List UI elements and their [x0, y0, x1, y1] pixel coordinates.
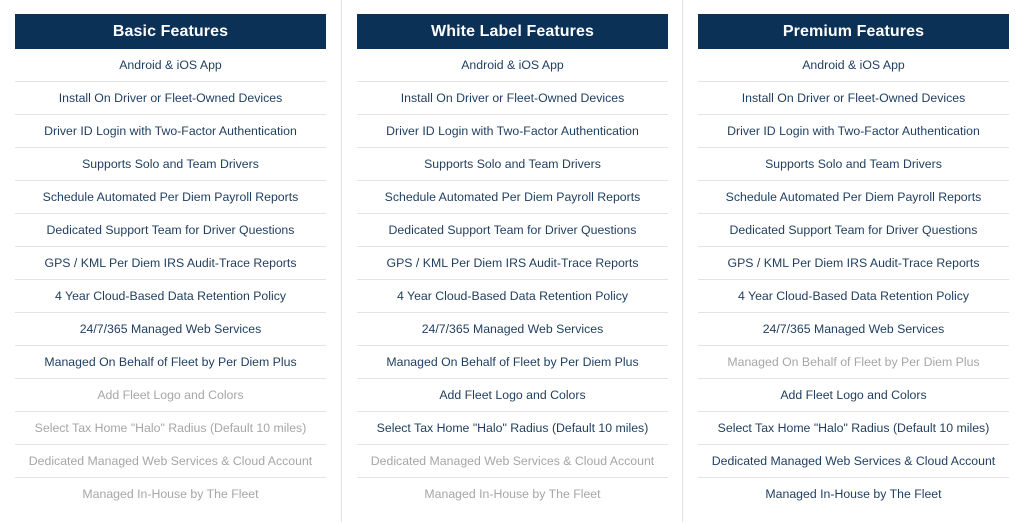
column-premium-inner: Premium Features Android & iOS App Instal…: [698, 14, 1009, 510]
feature-item: Schedule Automated Per Diem Payroll Repo…: [357, 181, 668, 214]
column-header-basic: Basic Features: [15, 14, 326, 49]
column-header-white-label: White Label Features: [357, 14, 668, 49]
feature-list-premium: Android & iOS App Install On Driver or Fl…: [698, 49, 1009, 510]
feature-item: Driver ID Login with Two-Factor Authenti…: [698, 115, 1009, 148]
feature-item: Install On Driver or Fleet-Owned Devices: [15, 82, 326, 115]
column-basic: Basic Features Android & iOS App Install …: [0, 0, 341, 522]
feature-item: Supports Solo and Team Drivers: [15, 148, 326, 181]
column-premium: Premium Features Android & iOS App Instal…: [682, 0, 1024, 522]
feature-item: 24/7/365 Managed Web Services: [15, 313, 326, 346]
column-basic-inner: Basic Features Android & iOS App Install …: [15, 14, 326, 510]
feature-item: 4 Year Cloud-Based Data Retention Policy: [15, 280, 326, 313]
feature-item: Android & iOS App: [357, 49, 668, 82]
feature-item: 24/7/365 Managed Web Services: [698, 313, 1009, 346]
column-white-label: White Label Features Android & iOS App In…: [341, 0, 683, 522]
feature-item: Add Fleet Logo and Colors: [357, 379, 668, 412]
feature-item: Select Tax Home "Halo" Radius (Default 1…: [698, 412, 1009, 445]
feature-item: Dedicated Managed Web Services & Cloud A…: [357, 445, 668, 478]
feature-item: Dedicated Managed Web Services & Cloud A…: [15, 445, 326, 478]
feature-item: Android & iOS App: [15, 49, 326, 82]
feature-item: Dedicated Support Team for Driver Questi…: [698, 214, 1009, 247]
feature-item: Add Fleet Logo and Colors: [15, 379, 326, 412]
feature-item: Select Tax Home "Halo" Radius (Default 1…: [15, 412, 326, 445]
feature-item: Install On Driver or Fleet-Owned Devices: [698, 82, 1009, 115]
feature-item: Supports Solo and Team Drivers: [357, 148, 668, 181]
feature-item: Dedicated Support Team for Driver Questi…: [15, 214, 326, 247]
feature-item: Driver ID Login with Two-Factor Authenti…: [357, 115, 668, 148]
feature-item: Android & iOS App: [698, 49, 1009, 82]
feature-item: Supports Solo and Team Drivers: [698, 148, 1009, 181]
feature-item: 4 Year Cloud-Based Data Retention Policy: [698, 280, 1009, 313]
feature-item: Dedicated Support Team for Driver Questi…: [357, 214, 668, 247]
feature-item: Driver ID Login with Two-Factor Authenti…: [15, 115, 326, 148]
feature-item: Managed On Behalf of Fleet by Per Diem P…: [15, 346, 326, 379]
feature-item: Managed On Behalf of Fleet by Per Diem P…: [357, 346, 668, 379]
feature-item: Add Fleet Logo and Colors: [698, 379, 1009, 412]
feature-item: Managed In-House by The Fleet: [82, 487, 259, 501]
feature-item: GPS / KML Per Diem IRS Audit-Trace Repor…: [698, 247, 1009, 280]
feature-item: GPS / KML Per Diem IRS Audit-Trace Repor…: [357, 247, 668, 280]
feature-comparison-page: Basic Features Android & iOS App Install …: [0, 0, 1024, 522]
feature-item: 24/7/365 Managed Web Services: [357, 313, 668, 346]
column-header-premium: Premium Features: [698, 14, 1009, 49]
feature-item: Managed In-House by The Fleet: [765, 487, 942, 501]
feature-item: Schedule Automated Per Diem Payroll Repo…: [15, 181, 326, 214]
feature-item: Dedicated Managed Web Services & Cloud A…: [698, 445, 1009, 478]
feature-item: Schedule Automated Per Diem Payroll Repo…: [698, 181, 1009, 214]
feature-list-white-label: Android & iOS App Install On Driver or Fl…: [357, 49, 668, 510]
feature-item: 4 Year Cloud-Based Data Retention Policy: [357, 280, 668, 313]
feature-item: Managed On Behalf of Fleet by Per Diem P…: [698, 346, 1009, 379]
column-white-label-inner: White Label Features Android & iOS App In…: [357, 14, 668, 510]
feature-item: Install On Driver or Fleet-Owned Devices: [357, 82, 668, 115]
feature-item: Managed In-House by The Fleet: [424, 487, 601, 501]
feature-item: GPS / KML Per Diem IRS Audit-Trace Repor…: [15, 247, 326, 280]
feature-item: Select Tax Home "Halo" Radius (Default 1…: [357, 412, 668, 445]
feature-list-basic: Android & iOS App Install On Driver or Fl…: [15, 49, 326, 510]
